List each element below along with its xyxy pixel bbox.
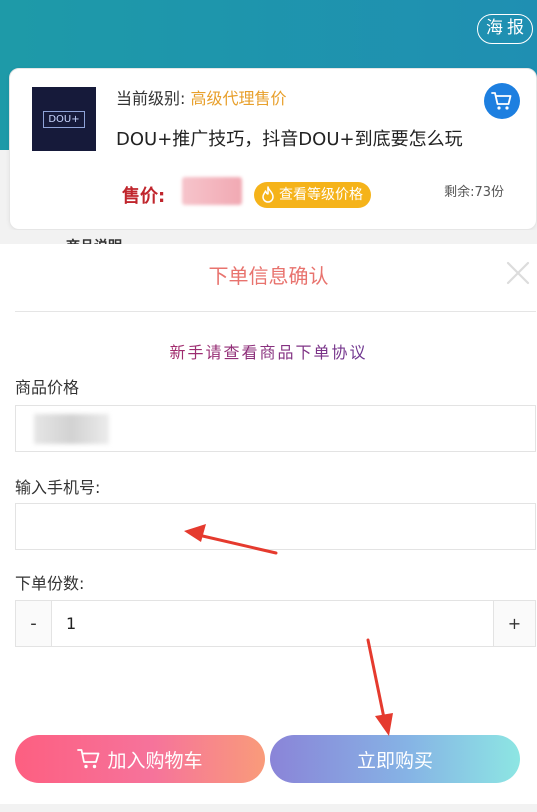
order-agreement-link[interactable]: 新手请查看商品下单协议 — [0, 339, 537, 363]
cart-icon — [77, 749, 100, 769]
add-to-cart-button[interactable]: 加入购物车 — [15, 735, 265, 783]
cart-button[interactable] — [484, 83, 520, 119]
buy-now-label: 立即购买 — [356, 749, 433, 772]
add-to-cart-label: 加入购物车 — [107, 749, 203, 772]
price-field-label: 商品价格 — [15, 378, 80, 397]
order-confirm-sheet: 下单信息确认 新手请查看商品下单协议 商品价格 输入手机号: 下单份数: - 1… — [0, 244, 537, 804]
level-name: 高级代理售价 — [190, 89, 287, 108]
thumbnail-logo-text: DOU+ — [43, 110, 85, 128]
sheet-divider — [15, 311, 536, 312]
flame-icon — [262, 186, 274, 203]
product-card: DOU+ 当前级别: 高级代理售价 DOU+推广技巧，抖音DOU+到底要怎么玩 … — [9, 68, 537, 230]
product-title: DOU+推广技巧，抖音DOU+到底要怎么玩 — [116, 129, 463, 150]
close-icon[interactable] — [505, 260, 531, 286]
poster-button[interactable]: 海报 — [477, 14, 533, 44]
quantity-label: 下单份数: — [15, 574, 85, 593]
price-label: 售价: — [122, 186, 166, 207]
product-description-heading: 商品说明 — [66, 236, 122, 244]
quantity-increase-button[interactable]: + — [493, 600, 536, 647]
cart-icon — [491, 92, 512, 110]
view-level-price-label: 查看等级价格 — [279, 187, 363, 203]
product-thumbnail: DOU+ — [32, 87, 96, 151]
price-field — [15, 405, 536, 452]
buy-now-button[interactable]: 立即购买 — [270, 735, 520, 783]
price-field-blurred-value — [34, 414, 109, 444]
phone-field-label: 输入手机号: — [15, 478, 101, 497]
quantity-input[interactable]: 1 — [52, 600, 493, 647]
level-line: 当前级别: 高级代理售价 — [116, 85, 287, 109]
view-level-price-button[interactable]: 查看等级价格 — [254, 182, 371, 208]
sheet-title: 下单信息确认 — [208, 264, 329, 288]
quantity-decrease-button[interactable]: - — [15, 600, 52, 647]
level-prefix: 当前级别: — [116, 89, 186, 108]
phone-field-wrapper — [15, 503, 536, 550]
price-value-blurred — [182, 177, 242, 205]
stock-remaining: 剩余:73份 — [444, 185, 504, 200]
phone-input[interactable] — [16, 504, 535, 549]
